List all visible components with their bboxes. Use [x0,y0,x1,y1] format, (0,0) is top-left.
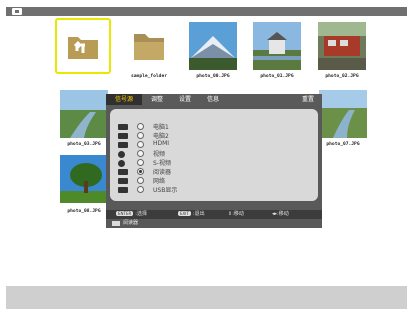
hint-text: ◂▸:移动 [272,211,289,217]
exit-key-icon: EXIT [178,211,191,216]
radio-button[interactable] [137,132,144,139]
key-hint-bar: ENTER:选择 EXIT:退出 ⇕:移动 ◂▸:移动 [106,210,322,219]
s-video-input-icon [118,160,125,167]
tab-info[interactable]: 信息 [198,94,228,105]
photo-tree-icon [60,155,108,203]
photo-train-icon [318,22,366,70]
enter-hint: ENTER:选择 [116,210,147,219]
source-option-label: HDMI [153,140,170,147]
radio-button[interactable] [137,177,144,184]
file-tile-photo-02[interactable]: photo_02.JPG [318,22,366,79]
photo-mountain-icon [189,22,237,70]
return-folder-icon [55,18,111,74]
radio-button-selected[interactable] [137,168,144,175]
hint-text: :选择 [135,211,147,217]
network-input-icon [118,178,128,184]
bottom-bar [6,286,407,309]
source-option-label: 电脑2 [153,133,169,140]
file-tile-photo-08[interactable]: photo_08.JPG [60,155,108,217]
tab-setup[interactable]: 设置 [170,94,200,105]
source-option-label: USB显示 [153,187,178,194]
photo-river-icon [60,90,108,138]
source-option-label: S-视频 [153,160,171,167]
file-tile-folder[interactable]: sample_folder [126,22,172,79]
exit-hint: EXIT:退出 [178,210,205,219]
radio-button[interactable] [137,141,144,148]
source-option-label: 视频 [153,151,166,158]
file-caption: photo_02.JPG [325,74,359,79]
video-input-icon [118,151,125,158]
radio-button[interactable] [137,150,144,157]
file-tile-photo-01[interactable]: photo_01.JPG [253,22,301,79]
current-source-footer: 阅读器 [106,219,322,228]
radio-button[interactable] [137,159,144,166]
file-tile-return[interactable]: .. [55,18,111,95]
file-caption: photo_00.JPG [196,74,230,79]
menu-tabs: 信号源 调整 设置 信息 重置 [106,94,322,105]
computer-input-icon [118,133,128,139]
source-menu-dialog: 信号源 调整 设置 信息 重置 电脑1 电脑2 HDMI 视频 S-视频 阅读器… [106,94,322,228]
file-caption: sample_folder [131,74,167,79]
radio-button[interactable] [137,123,144,130]
computer-input-icon [118,124,128,130]
hint-text: ⇕:移动 [228,211,244,217]
current-source-text: 阅读器 [123,220,139,226]
tab-source[interactable]: 信号源 [106,94,142,105]
reset-button[interactable]: 重置 [302,94,314,105]
source-option-label: 阅读器 [153,169,172,176]
file-tile-photo-07[interactable]: photo_07.JPG [319,90,367,150]
viewer-icon [112,221,120,226]
move-horizontal-hint: ◂▸:移动 [272,210,289,219]
photo-river-icon [319,90,367,138]
viewer-input-icon [118,169,128,175]
tab-adjust[interactable]: 调整 [142,94,172,105]
move-vertical-hint: ⇕:移动 [228,210,244,219]
hint-text: :退出 [192,211,205,217]
file-caption: photo_01.JPG [260,74,294,79]
source-option-label: 网络 [153,178,166,185]
photo-castle-icon [253,22,301,70]
folder-icon [134,34,164,60]
enter-key-icon: ENTER [116,211,134,216]
source-icon [12,8,22,15]
hdmi-input-icon [118,142,128,148]
source-options-panel: 电脑1 电脑2 HDMI 视频 S-视频 阅读器 网络 USB显示 [110,109,318,201]
top-status-bar [6,7,407,16]
source-option-label: 电脑1 [153,124,169,131]
usb-display-input-icon [118,187,128,193]
radio-button[interactable] [137,186,144,193]
file-tile-photo-03[interactable]: photo_03.JPG [60,90,108,150]
file-tile-photo-00[interactable]: photo_00.JPG [189,22,237,79]
